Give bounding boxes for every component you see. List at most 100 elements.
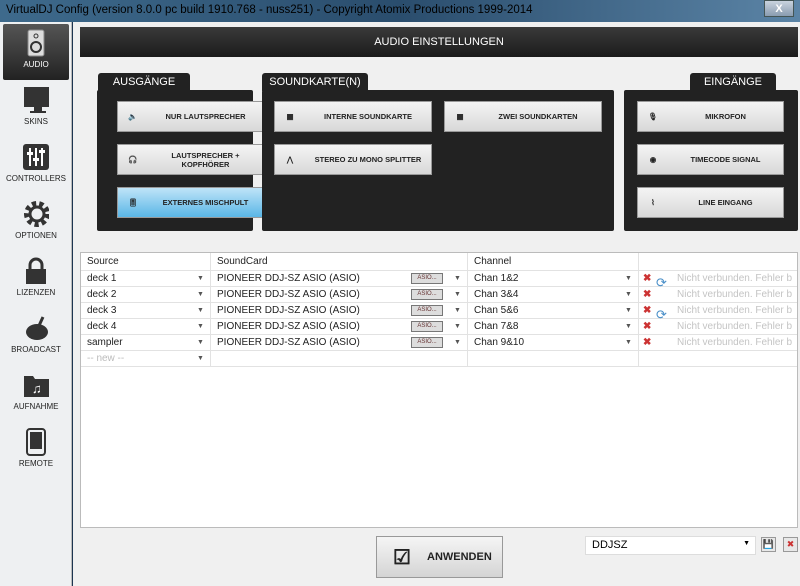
- dropdown-arrow-icon[interactable]: ▼: [454, 319, 461, 334]
- asio-config-button[interactable]: ASIO...: [411, 289, 443, 300]
- dropdown-arrow-icon[interactable]: ▼: [197, 335, 204, 350]
- microphone-icon: 🎙: [648, 112, 658, 121]
- mixer-icon: 🎚: [128, 198, 138, 207]
- dropdown-arrow-icon: ▼: [743, 540, 750, 547]
- two-soundcards-icon: ▦: [456, 112, 464, 121]
- timecode-signal-button[interactable]: ◉ TIMECODE SIGNAL: [637, 144, 784, 175]
- channel-select[interactable]: Chan 1&2: [468, 271, 639, 287]
- asio-config-button[interactable]: ASIO...: [411, 337, 443, 348]
- main-area: AUDIO EINSTELLUNGEN AUSGÄNGE 🔈 NUR LAUTSP…: [73, 22, 800, 586]
- title-bar: VirtualDJ Config (version 8.0.0 pc build…: [0, 0, 800, 22]
- asio-config-button[interactable]: ASIO...: [411, 273, 443, 284]
- save-profile-button[interactable]: 💾: [761, 537, 776, 552]
- window-title: VirtualDJ Config (version 8.0.0 pc build…: [6, 4, 533, 16]
- asio-config-button[interactable]: ASIO...: [411, 321, 443, 332]
- sidebar-item-audio[interactable]: AUDIO: [3, 24, 69, 80]
- channel-select[interactable]: Chan 3&4: [468, 287, 639, 303]
- dropdown-arrow-icon[interactable]: ▼: [197, 351, 204, 366]
- lautsprecher-kopfhoerer-button[interactable]: 🎧 LAUTSPRECHER + KOPFHÖRER: [117, 144, 264, 175]
- dropdown-arrow-icon[interactable]: ▼: [454, 287, 461, 302]
- status-text: Nicht verbunden. Fehler b: [677, 273, 793, 284]
- gear-icon: [23, 201, 49, 227]
- dropdown-arrow-icon[interactable]: ▼: [197, 287, 204, 302]
- dropdown-arrow-icon[interactable]: ▼: [625, 319, 632, 334]
- svg-text:♫: ♫: [32, 381, 42, 396]
- zwei-soundkarten-button[interactable]: ▦ ZWEI SOUNDKARTEN: [444, 101, 602, 132]
- mikrofon-button[interactable]: 🎙 MIKROFON: [637, 101, 784, 132]
- cable-icon: ⌇: [651, 198, 655, 207]
- source-select[interactable]: deck 1: [81, 271, 211, 287]
- checkbox-icon: ☑: [393, 546, 411, 569]
- source-select[interactable]: deck 3: [81, 303, 211, 319]
- save-icon: 💾: [762, 539, 775, 549]
- nur-lautsprecher-button[interactable]: 🔈 NUR LAUTSPRECHER: [117, 101, 264, 132]
- source-select[interactable]: deck 4: [81, 319, 211, 335]
- inputs-panel: 🎙 MIKROFON ◉ TIMECODE SIGNAL ⌇ LINE EINGANG: [624, 90, 798, 231]
- delete-row-icon[interactable]: ✖: [643, 319, 651, 334]
- status-text: Nicht verbunden. Fehler b: [677, 289, 793, 300]
- stereo-mono-splitter-button[interactable]: ⋀ STEREO ZU MONO SPLITTER: [274, 144, 432, 175]
- dropdown-arrow-icon[interactable]: ▼: [454, 303, 461, 318]
- monitor-icon: [23, 87, 49, 113]
- table-row: deck 3 ▼ PIONEER DDJ-SZ ASIO (ASIO) ASIO..…: [81, 303, 797, 322]
- line-eingang-button[interactable]: ⌇ LINE EINGANG: [637, 187, 784, 218]
- dropdown-arrow-icon[interactable]: ▼: [197, 271, 204, 286]
- source-select[interactable]: deck 2: [81, 287, 211, 303]
- sidebar-item-aufnahme[interactable]: ♫ AUFNAHME: [3, 366, 69, 422]
- source-select[interactable]: sampler: [81, 335, 211, 351]
- dropdown-arrow-icon[interactable]: ▼: [625, 271, 632, 286]
- tablet-icon: [23, 428, 49, 456]
- sidebar-item-skins[interactable]: SKINS: [3, 81, 69, 137]
- dropdown-arrow-icon[interactable]: ▼: [197, 303, 204, 318]
- delete-row-icon[interactable]: ✖: [643, 271, 651, 286]
- table-row: deck 2 ▼ PIONEER DDJ-SZ ASIO (ASIO) ASIO..…: [81, 287, 797, 303]
- music-folder-icon: ♫: [23, 372, 49, 398]
- table-row: sampler ▼ PIONEER DDJ-SZ ASIO (ASIO) ASIO.…: [81, 335, 797, 351]
- dropdown-arrow-icon[interactable]: ▼: [454, 335, 461, 350]
- dropdown-arrow-icon[interactable]: ▼: [625, 287, 632, 302]
- soundcard-icon: ▦: [286, 112, 294, 121]
- status-text: Nicht verbunden. Fehler b: [677, 321, 793, 332]
- speaker-icon: 🔈: [128, 112, 138, 121]
- broadcast-icon: [23, 315, 49, 341]
- sliders-icon: [23, 144, 49, 170]
- channel-select[interactable]: Chan 9&10: [468, 335, 639, 351]
- dropdown-arrow-icon[interactable]: ▼: [197, 319, 204, 334]
- sidebar-item-remote[interactable]: REMOTE: [3, 423, 69, 479]
- delete-profile-button[interactable]: ✖: [783, 537, 798, 552]
- sidebar-item-optionen[interactable]: OPTIONEN: [3, 195, 69, 251]
- outputs-panel: 🔈 NUR LAUTSPRECHER 🎧 LAUTSPRECHER + KOPFHÖ…: [97, 90, 264, 231]
- channel-select[interactable]: Chan 5&6: [468, 303, 639, 319]
- tab-eingaenge: EINGÄNGE: [690, 73, 776, 91]
- tab-soundkarte: SOUNDKARTE(N): [262, 73, 368, 91]
- asio-config-button[interactable]: ASIO...: [411, 305, 443, 316]
- sidebar-item-controllers[interactable]: CONTROLLERS: [3, 138, 69, 194]
- table-row: deck 4 ▼ PIONEER DDJ-SZ ASIO (ASIO) ASIO..…: [81, 319, 797, 335]
- delete-row-icon[interactable]: ✖: [643, 303, 651, 318]
- new-row[interactable]: -- new -- ▼: [81, 351, 797, 367]
- speaker-icon: [23, 29, 49, 57]
- sidebar: AUDIO SKINS CONTROLLERS OPTIONEN LIZENZE…: [0, 22, 72, 586]
- delete-row-icon[interactable]: ✖: [643, 335, 651, 350]
- soundcards-panel: ▦ INTERNE SOUNDKARTE ▦ ZWEI SOUNDKARTEN ⋀ S…: [262, 90, 614, 231]
- sidebar-item-lizenzen[interactable]: LIZENZEN: [3, 252, 69, 308]
- dropdown-arrow-icon[interactable]: ▼: [625, 303, 632, 318]
- apply-button[interactable]: ☑ ANWENDEN: [376, 536, 503, 578]
- splitter-cable-icon: ⋀: [286, 155, 294, 164]
- externes-mischpult-button[interactable]: 🎚 EXTERNES MISCHPULT: [117, 187, 264, 218]
- delete-row-icon[interactable]: ✖: [643, 287, 651, 302]
- dropdown-arrow-icon[interactable]: ▼: [625, 335, 632, 350]
- dropdown-arrow-icon[interactable]: ▼: [454, 271, 461, 286]
- close-button[interactable]: X: [764, 0, 794, 17]
- lock-icon: [23, 257, 49, 284]
- interne-soundkarte-button[interactable]: ▦ INTERNE SOUNDKARTE: [274, 101, 432, 132]
- sidebar-item-broadcast[interactable]: BROADCAST: [3, 309, 69, 365]
- vinyl-icon: ◉: [649, 155, 657, 164]
- profile-select[interactable]: DDJSZ ▼: [585, 536, 756, 555]
- routing-table: Source SoundCard Channel deck 1 ▼ PIONEER…: [80, 252, 798, 528]
- page-title: AUDIO EINSTELLUNGEN: [80, 27, 798, 57]
- table-row: deck 1 ▼ PIONEER DDJ-SZ ASIO (ASIO) ASIO..…: [81, 271, 797, 290]
- channel-select[interactable]: Chan 7&8: [468, 319, 639, 335]
- headphones-icon: 🎧: [128, 155, 138, 164]
- close-icon: ✖: [786, 539, 795, 549]
